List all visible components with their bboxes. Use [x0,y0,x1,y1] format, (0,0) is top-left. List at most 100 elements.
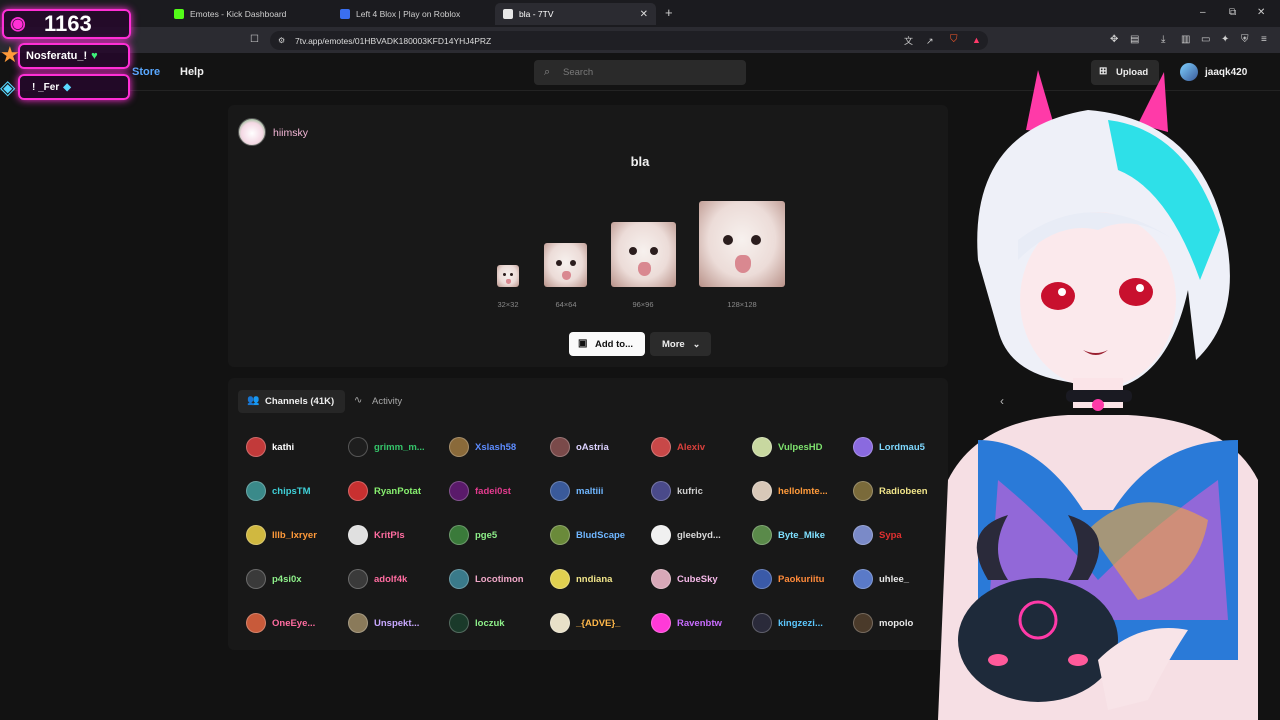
channel-item[interactable]: Alexiv [651,436,705,458]
channel-item[interactable]: oAstria [550,436,609,458]
channel-item[interactable]: Xslash58 [449,436,516,458]
vpn-icon[interactable]: ⛨ [1241,35,1249,45]
channel-item[interactable]: nndiana [550,568,612,590]
channel-item[interactable]: mopolo [853,612,913,634]
overlay-user-1: Nosferatu_! [26,50,88,62]
channel-item[interactable]: _{ADVE}_ [550,612,620,634]
channel-name: gleebyd... [677,529,721,541]
extensions-icon[interactable]: ✥ [1110,35,1118,45]
nav-help-link[interactable]: Help [180,66,204,78]
channel-item[interactable]: Sypa [853,524,902,546]
new-tab-button[interactable]: + [665,6,673,19]
channel-avatar [651,437,671,457]
diamond-icon: ◆ [63,81,71,93]
brave-shield-icon[interactable]: ⛉ [950,35,958,45]
channel-item[interactable]: Radiobeen [853,480,928,502]
channel-item[interactable]: Paokuriitu [752,568,824,590]
tab-activity[interactable]: ∿ Activity [354,390,424,413]
channel-avatar [752,437,772,457]
search-input[interactable]: ⌕ Search [534,60,746,85]
share-icon[interactable]: ↗ [926,36,934,46]
channel-name: chipsTM [272,485,311,497]
owner-avatar[interactable] [238,118,266,146]
tab-activity-label: Activity [372,396,403,407]
channel-item[interactable]: OneEye... [246,612,315,634]
channel-item[interactable]: hellolmte... [752,480,828,502]
channel-item[interactable]: adolf4k [348,568,407,590]
tab-7tv[interactable]: bla - 7TV ✕ [495,3,656,25]
channel-item[interactable]: CubeSky [651,568,718,590]
channel-name: grimm_m... [374,441,425,453]
channel-name: OneEye... [272,617,316,629]
channel-item[interactable]: Lordmau5 [853,436,925,458]
channel-item[interactable]: Locotimon [449,568,524,590]
emote-preview-128[interactable] [699,201,785,287]
channel-item[interactable]: pge5 [449,524,497,546]
channel-name: maltiii [576,485,604,497]
channel-name: mopolo [879,617,914,629]
channel-avatar [246,613,266,633]
channel-item[interactable]: loczuk [449,612,505,634]
channel-item[interactable]: RyanPotat [348,480,421,502]
channel-item[interactable]: kathi [246,436,294,458]
channel-item[interactable]: Unspekt... [348,612,419,634]
channel-avatar [246,481,266,501]
nav-store-link[interactable]: Store [132,66,160,78]
leo-icon[interactable]: ✦ [1221,35,1229,45]
channel-item[interactable]: chipsTM [246,480,311,502]
emote-preview-32[interactable] [497,265,519,287]
url-text: 7tv.app/emotes/01HBVADK180003KFD14YHJ4PR… [295,35,492,46]
close-window-icon[interactable]: ✕ [1257,8,1265,18]
rewards-icon[interactable]: ▲ [972,35,981,45]
channel-item[interactable]: grimm_m... [348,436,425,458]
channel-item[interactable]: p4si0x [246,568,302,590]
channel-item[interactable]: KritPls [348,524,405,546]
emote-preview-64[interactable] [544,243,587,287]
bookmark-icon[interactable]: ☐ [250,35,259,45]
minimize-icon[interactable]: – [1200,8,1206,18]
site-info-icon[interactable]: ⚙ [278,36,285,46]
channel-name: BludScape [576,529,626,541]
star-icon: ★ [0,42,20,67]
sidebar-icon[interactable]: ▥ [1181,35,1190,45]
channel-item[interactable]: maltiii [550,480,603,502]
channel-item[interactable]: gleebyd... [651,524,721,546]
channel-avatar [348,481,368,501]
menu-icon[interactable]: ≡ [1261,35,1267,45]
channel-item[interactable]: BludScape [550,524,625,546]
owner-name[interactable]: hiimsky [273,127,308,139]
channel-name: kathi [272,441,295,453]
channel-name: _{ADVE}_ [576,617,621,629]
download-icon[interactable]: ⤓ [1161,35,1165,45]
add-to-button[interactable]: ▣ Add to... [569,332,645,356]
channel-item[interactable]: Ravenbtw [651,612,722,634]
channel-item[interactable]: fadei0st [449,480,511,502]
more-button[interactable]: More ⌄ [650,332,711,356]
channel-item[interactable]: uhlee_ [853,568,909,590]
channel-name: Xslash58 [475,441,517,453]
wallet-icon[interactable]: ▭ [1201,35,1210,45]
channel-item[interactable]: Byte_Mike [752,524,825,546]
channel-avatar [853,481,873,501]
channel-item[interactable]: kufric [651,480,703,502]
channel-item[interactable]: kingzezi... [752,612,823,634]
reader-icon[interactable]: ▤ [1130,35,1139,45]
channel-item[interactable]: VulpesHD [752,436,823,458]
channel-avatar [449,481,469,501]
url-field[interactable]: ⚙ 7tv.app/emotes/01HBVADK180003KFD14YHJ4… [270,31,988,50]
translate-icon[interactable]: 文 [904,36,913,46]
tab-title: Emotes - Kick Dashboard [190,9,287,19]
channel-item[interactable]: lllb_lxryer [246,524,317,546]
emote-preview-96[interactable] [611,222,676,287]
channel-name: Paokuriitu [778,573,825,585]
recent-user-overlay-1: Nosferatu_! ♥ [18,43,130,69]
tab-channels[interactable]: 👥 Channels (41K) [238,390,345,413]
gem-icon: ◈ [0,77,16,99]
tab-roblox[interactable]: Left 4 Blox | Play on Roblox [332,3,490,25]
tab-kick-dashboard[interactable]: Emotes - Kick Dashboard [166,3,324,25]
channel-name: fadei0st [475,485,511,497]
close-tab-icon[interactable]: ✕ [640,9,648,20]
left-eye [1041,282,1075,310]
channel-name: p4si0x [272,573,302,585]
restore-icon[interactable]: ⧉ [1229,8,1236,18]
